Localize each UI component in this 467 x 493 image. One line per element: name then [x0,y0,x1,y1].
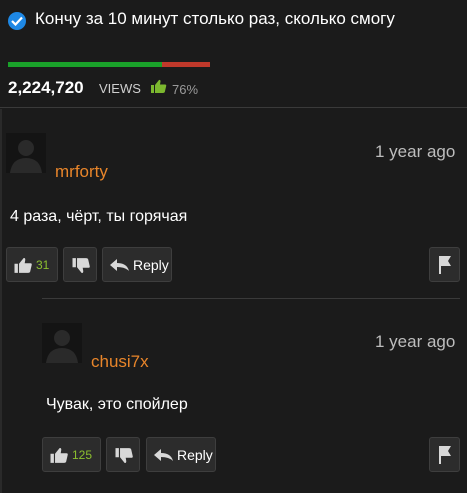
avatar-silhouette-icon [42,323,82,363]
thumbs-up-icon [150,79,167,99]
avatar-silhouette-icon [6,133,46,173]
comment-username[interactable]: mrforty [55,162,108,182]
reply-button[interactable]: Reply [146,437,216,472]
thumbs-up-icon [50,448,68,463]
like-count: 31 [36,258,50,272]
comment-username[interactable]: chusi7x [91,352,149,372]
reply-label: Reply [133,257,169,273]
reply-arrow-icon [154,449,173,461]
video-title[interactable]: Кончу за 10 минут столько раз, сколько с… [35,9,395,29]
reply-arrow-icon [110,259,129,271]
comment-text: 4 раза, чёрт, ты горячая [10,208,188,225]
like-count: 125 [72,448,93,462]
rating-percent: 76% [172,82,199,97]
reply-label: Reply [177,447,213,463]
reply-divider [42,298,460,299]
thumbs-down-icon [72,258,90,273]
like-button[interactable]: 31 [6,247,58,282]
flag-icon [439,446,451,464]
flag-button[interactable] [429,437,460,472]
dislike-button[interactable] [63,247,97,282]
thread-rule [0,109,2,493]
views-label: VIEWS [99,81,141,96]
comment-text: Чувак, это спойлер [46,396,188,413]
comment-time: 1 year ago [375,142,456,161]
comment-time: 1 year ago [375,332,456,351]
thumbs-down-icon [115,448,133,463]
verified-check-icon [8,12,26,30]
rating-bar-fill [8,62,162,67]
thumbs-up-icon [14,258,32,273]
reply-button[interactable]: Reply [102,247,172,282]
video-header: Кончу за 10 минут столько раз, сколько с… [0,0,467,108]
dislike-button[interactable] [106,437,140,472]
flag-button[interactable] [429,247,460,282]
avatar[interactable] [6,133,46,173]
flag-icon [439,256,451,274]
avatar[interactable] [42,323,82,363]
views-count: 2,224,720 [8,78,84,97]
like-button[interactable]: 125 [42,437,101,472]
rating-bar [8,62,210,67]
